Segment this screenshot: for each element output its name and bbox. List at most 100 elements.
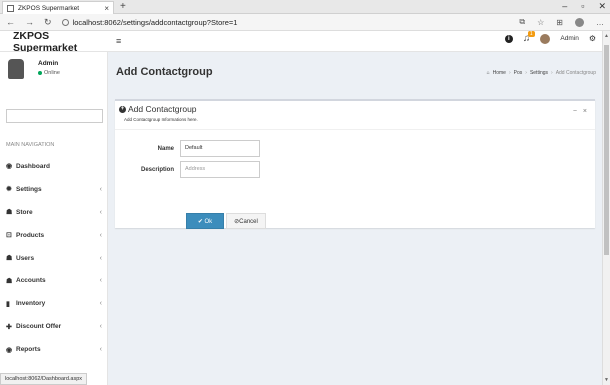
- sidebar: Admin Online MAIN NAVIGATION ◉ Dashboard…: [0, 52, 108, 385]
- status-bar-url: localhost:8062/Dashboard.aspx: [0, 373, 88, 385]
- description-label: Description: [140, 166, 174, 173]
- home-icon: ⌂: [486, 70, 490, 76]
- user-avatar[interactable]: [540, 33, 551, 44]
- forward-icon[interactable]: →: [25, 17, 34, 27]
- collapse-icon[interactable]: −: [573, 108, 577, 115]
- products-icon: ⊡: [6, 232, 12, 240]
- close-window-icon[interactable]: ✕: [598, 1, 606, 12]
- gear-icon: ✹: [6, 186, 12, 194]
- chevron-left-icon: ‹: [99, 208, 102, 216]
- box-divider: [115, 129, 595, 130]
- sidebar-item-discount-offer[interactable]: ✚ Discount Offer ‹: [0, 315, 108, 338]
- tab-close-icon[interactable]: ×: [104, 4, 109, 13]
- header-user-name[interactable]: Admin: [560, 35, 578, 42]
- browser-toolbar: ⧉ ☆ ⊞ …: [519, 17, 604, 27]
- breadcrumb: ⌂ Home › Pos › Settings › Add Contactgro…: [487, 70, 596, 76]
- menu-toggle-icon[interactable]: ≡: [116, 36, 121, 46]
- sidebar-item-dashboard[interactable]: ◉ Dashboard: [0, 155, 108, 178]
- breadcrumb-pos[interactable]: Pos: [514, 70, 523, 76]
- sidebar-item-reports[interactable]: ◉ Reports ‹: [0, 338, 108, 361]
- minimize-icon[interactable]: –: [562, 1, 567, 12]
- users-icon: ☗: [6, 209, 13, 217]
- info-icon[interactable]: i: [504, 34, 513, 43]
- user-panel: Admin Online: [0, 52, 107, 100]
- browser-tab[interactable]: ZKPOS Supermarket ×: [2, 1, 114, 14]
- new-tab-icon[interactable]: +: [120, 1, 126, 12]
- sidebar-item-label: Accounts: [16, 277, 46, 285]
- chevron-left-icon: ‹: [99, 300, 102, 308]
- brand-logo[interactable]: ZKPOS Supermarket: [0, 30, 108, 54]
- chevron-left-icon: ‹: [99, 231, 102, 239]
- status-text: Online: [44, 70, 60, 76]
- notifications-icon[interactable]: ♫ 1: [523, 31, 535, 44]
- description-row: Description Address: [115, 161, 260, 178]
- avatar: [8, 59, 24, 79]
- sidebar-item-label: Inventory: [16, 300, 46, 308]
- name-input[interactable]: Default: [180, 140, 260, 157]
- main-content: Add Contactgroup ⌂ Home › Pos › Settings…: [108, 52, 602, 385]
- box-tools: − ×: [573, 108, 587, 115]
- sidebar-item-label: Settings: [16, 185, 42, 193]
- breadcrumb-separator: ›: [508, 70, 511, 76]
- breadcrumb-current: Add Contactgroup: [555, 70, 596, 76]
- maximize-icon[interactable]: ▫: [581, 1, 584, 12]
- users-icon: ☗: [6, 277, 13, 285]
- box-title-text: Add Contactgroup: [128, 104, 197, 114]
- back-icon[interactable]: ←: [6, 17, 15, 27]
- sidebar-search-input[interactable]: [6, 109, 103, 123]
- sidebar-item-label: Users: [16, 254, 35, 262]
- url-text: localhost:8062/settings/addcontactgroup?…: [72, 17, 238, 27]
- sidebar-item-accounts[interactable]: ☗ Accounts ‹: [0, 269, 108, 292]
- collections-icon[interactable]: ⊞: [556, 18, 563, 27]
- scroll-down-icon[interactable]: ▼: [604, 377, 609, 383]
- remove-icon[interactable]: ×: [583, 108, 587, 115]
- sidebar-item-label: Store: [16, 208, 33, 216]
- url-field[interactable]: localhost:8062/settings/addcontactgroup?…: [61, 17, 238, 27]
- header-actions: i ♫ 1 Admin ⚙: [504, 31, 596, 44]
- breadcrumb-separator: ›: [551, 70, 553, 76]
- gears-icon[interactable]: ⚙: [589, 34, 596, 43]
- page-icon: [7, 4, 14, 12]
- window-controls: – ▫ ✕: [562, 1, 606, 12]
- profile-icon[interactable]: [575, 17, 584, 27]
- address-bar: ← → ↻ localhost:8062/settings/addcontact…: [0, 14, 610, 31]
- sidebar-item-products[interactable]: ⊡ Products ‹: [0, 224, 108, 247]
- info-icon[interactable]: [61, 18, 69, 26]
- notification-badge: 1: [527, 31, 535, 37]
- eye-icon: ◉: [6, 346, 13, 354]
- scrollbar-thumb[interactable]: [604, 45, 609, 255]
- scroll-up-icon[interactable]: ▲: [604, 33, 609, 39]
- add-contactgroup-box: + Add Contactgroup Add Contactgroup Info…: [115, 99, 595, 229]
- refresh-icon[interactable]: ↻: [44, 17, 52, 28]
- name-label: Name: [157, 145, 174, 152]
- favorites-icon[interactable]: ☆: [537, 18, 544, 27]
- sidebar-user-name: Admin: [38, 60, 59, 67]
- breadcrumb-home[interactable]: Home: [493, 70, 506, 76]
- reading-view-icon[interactable]: ⧉: [519, 17, 525, 27]
- sidebar-item-users[interactable]: ☗ Users ‹: [0, 247, 108, 270]
- page-title: Add Contactgroup: [116, 66, 213, 78]
- nav-header: MAIN NAVIGATION: [6, 142, 55, 148]
- breadcrumb-settings[interactable]: Settings: [530, 70, 548, 76]
- app-header: ZKPOS Supermarket ≡ i ♫ 1 Admin ⚙: [0, 30, 610, 54]
- chevron-left-icon: ‹: [99, 346, 102, 354]
- chevron-left-icon: ‹: [99, 323, 102, 331]
- more-icon[interactable]: …: [596, 18, 604, 27]
- ok-button[interactable]: ✔ Ok: [186, 213, 224, 229]
- sidebar-item-settings[interactable]: ✹ Settings ‹: [0, 178, 108, 201]
- sidebar-item-store[interactable]: ☗ Store ‹: [0, 201, 108, 224]
- sidebar-nav: ◉ Dashboard ✹ Settings ‹ ☗ Store ‹ ⊡ Pro…: [0, 155, 108, 361]
- browser-tab-bar: ZKPOS Supermarket × + – ▫ ✕: [0, 0, 610, 14]
- box-subtitle: Add Contactgroup Informations here.: [124, 117, 198, 122]
- description-input[interactable]: Address: [180, 161, 260, 178]
- users-icon: ☗: [6, 255, 13, 262]
- page-scrollbar[interactable]: ▲ ▼: [602, 31, 610, 385]
- sidebar-item-label: Products: [16, 231, 45, 239]
- online-status: Online: [38, 70, 60, 76]
- sidebar-item-inventory[interactable]: ▮ Inventory ‹: [0, 292, 108, 315]
- box-title: + Add Contactgroup: [119, 104, 197, 114]
- chevron-left-icon: ‹: [99, 277, 102, 285]
- sidebar-item-label: Dashboard: [16, 162, 50, 170]
- cancel-button[interactable]: ⊘Cancel: [226, 213, 266, 229]
- online-dot-icon: [38, 71, 42, 75]
